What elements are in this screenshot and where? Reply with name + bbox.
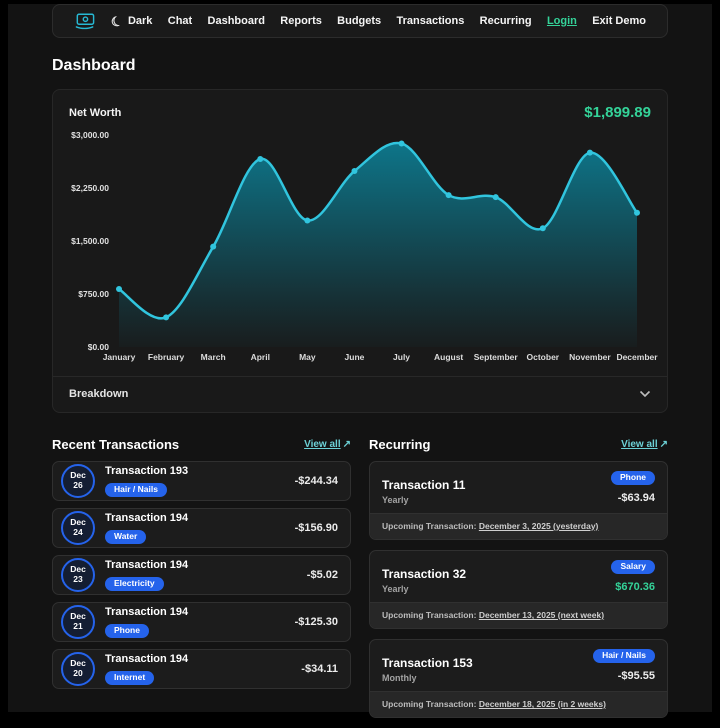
nav-link-budgets[interactable]: Budgets bbox=[337, 15, 381, 27]
x-tick-label: September bbox=[474, 352, 518, 362]
recurring-name: Transaction 153 bbox=[382, 656, 473, 670]
upcoming-transaction-note: Upcoming Transaction: December 3, 2025 (… bbox=[370, 513, 667, 539]
app-background: ☾ Dark Chat Dashboard Reports Budgets Tr… bbox=[8, 4, 712, 712]
recurring-frequency: Monthly bbox=[382, 673, 473, 683]
category-pill: Water bbox=[105, 530, 146, 544]
recurring-title: Recurring bbox=[369, 437, 430, 452]
external-arrow-icon: ↗ bbox=[660, 439, 668, 450]
nav-link-transactions[interactable]: Transactions bbox=[396, 15, 464, 27]
moon-icon: ☾ bbox=[110, 13, 125, 29]
recurring-amount: -$95.55 bbox=[618, 670, 655, 682]
transactions-view-all-link[interactable]: View all↗ bbox=[304, 439, 351, 450]
recurring-frequency: Yearly bbox=[382, 495, 465, 505]
transaction-date-badge: Dec 24 bbox=[61, 511, 95, 545]
category-pill: Salary bbox=[611, 560, 655, 574]
transaction-row[interactable]: Dec 24 Transaction 194 Water -$156.90 bbox=[52, 508, 351, 548]
transaction-name: Transaction 194 bbox=[105, 559, 188, 571]
recurring-card[interactable]: Transaction 153 Monthly Hair / Nails -$9… bbox=[369, 639, 668, 718]
upcoming-date-link[interactable]: December 13, 2025 (next week) bbox=[479, 610, 604, 620]
page-title: Dashboard bbox=[52, 57, 668, 75]
x-tick-label: November bbox=[569, 352, 611, 362]
transaction-amount: -$125.30 bbox=[295, 616, 338, 628]
recurring-name: Transaction 32 bbox=[382, 567, 466, 581]
transaction-amount: -$34.11 bbox=[301, 663, 338, 675]
chevron-down-icon bbox=[639, 390, 651, 398]
nav-link-recurring[interactable]: Recurring bbox=[480, 15, 532, 27]
theme-toggle[interactable]: ☾ Dark bbox=[111, 15, 152, 28]
category-pill: Internet bbox=[105, 671, 154, 685]
recurring-frequency: Yearly bbox=[382, 584, 466, 594]
theme-toggle-label: Dark bbox=[128, 15, 152, 27]
transaction-name: Transaction 194 bbox=[105, 653, 188, 665]
y-tick-label: $1,500.00 bbox=[71, 236, 109, 246]
breakdown-toggle[interactable]: Breakdown bbox=[53, 376, 667, 412]
transaction-row[interactable]: Dec 23 Transaction 194 Electricity -$5.0… bbox=[52, 555, 351, 595]
x-tick-label: October bbox=[527, 352, 560, 362]
net-worth-value: $1,899.89 bbox=[584, 104, 651, 121]
y-tick-label: $3,000.00 bbox=[71, 130, 109, 140]
upcoming-transaction-note: Upcoming Transaction: December 13, 2025 … bbox=[370, 602, 667, 628]
transaction-date-badge: Dec 20 bbox=[61, 652, 95, 686]
x-tick-label: February bbox=[148, 352, 184, 362]
nav-link-reports[interactable]: Reports bbox=[280, 15, 322, 27]
net-worth-title: Net Worth bbox=[69, 107, 121, 119]
net-worth-card: Net Worth $1,899.89 $0.00 $750.00 $1,500.0… bbox=[52, 89, 668, 413]
banknotes-logo-icon[interactable] bbox=[74, 12, 96, 31]
category-pill: Electricity bbox=[105, 577, 164, 591]
x-tick-label: August bbox=[434, 352, 463, 362]
y-tick-label: $0.00 bbox=[88, 342, 109, 352]
recurring-section: Recurring View all↗ Transaction 11 Yearl… bbox=[369, 437, 668, 728]
transaction-amount: -$5.02 bbox=[307, 569, 338, 581]
upcoming-date-link[interactable]: December 18, 2025 (in 2 weeks) bbox=[479, 699, 606, 709]
category-pill: Phone bbox=[611, 471, 655, 485]
transaction-amount: -$156.90 bbox=[295, 522, 338, 534]
transaction-row[interactable]: Dec 21 Transaction 194 Phone -$125.30 bbox=[52, 602, 351, 642]
y-tick-label: $2,250.00 bbox=[71, 183, 109, 193]
recurring-amount: $670.36 bbox=[615, 581, 655, 593]
upcoming-transaction-note: Upcoming Transaction: December 18, 2025 … bbox=[370, 691, 667, 717]
nav-link-login[interactable]: Login bbox=[547, 15, 577, 27]
nav-link-dashboard[interactable]: Dashboard bbox=[208, 15, 265, 27]
transaction-row[interactable]: Dec 20 Transaction 194 Internet -$34.11 bbox=[52, 649, 351, 689]
x-tick-label: December bbox=[616, 352, 657, 362]
transaction-name: Transaction 194 bbox=[105, 606, 188, 618]
recurring-name: Transaction 11 bbox=[382, 478, 465, 492]
chart-y-axis-labels: $0.00 $750.00 $1,500.00 $2,250.00 $3,000.00 bbox=[69, 131, 113, 351]
category-pill: Phone bbox=[105, 624, 149, 638]
recurring-card[interactable]: Transaction 32 Yearly Salary $670.36 Upc… bbox=[369, 550, 668, 629]
category-pill: Hair / Nails bbox=[105, 483, 167, 497]
chart-x-axis-labels: JanuaryFebruaryMarchAprilMayJuneJulyAugu… bbox=[113, 352, 653, 366]
x-tick-label: June bbox=[345, 352, 365, 362]
x-tick-label: January bbox=[103, 352, 136, 362]
transaction-name: Transaction 193 bbox=[105, 465, 188, 477]
recent-transactions-section: Recent Transactions View all↗ Dec 26 Tra… bbox=[52, 437, 351, 728]
transaction-name: Transaction 194 bbox=[105, 512, 188, 524]
chart-plot-area[interactable] bbox=[113, 131, 653, 351]
transaction-date-badge: Dec 26 bbox=[61, 464, 95, 498]
top-navbar: ☾ Dark Chat Dashboard Reports Budgets Tr… bbox=[52, 4, 668, 38]
x-tick-label: May bbox=[299, 352, 316, 362]
recurring-amount: -$63.94 bbox=[618, 492, 655, 504]
upcoming-date-link[interactable]: December 3, 2025 (yesterday) bbox=[479, 521, 599, 531]
y-tick-label: $750.00 bbox=[78, 289, 109, 299]
x-tick-label: April bbox=[251, 352, 270, 362]
net-worth-chart[interactable]: $0.00$750.00$1,500.00$2,250.00$3,000.00 … bbox=[53, 121, 667, 366]
transaction-amount: -$244.34 bbox=[295, 475, 338, 487]
breakdown-label: Breakdown bbox=[69, 388, 128, 400]
x-tick-label: March bbox=[201, 352, 226, 362]
transaction-row[interactable]: Dec 26 Transaction 193 Hair / Nails -$24… bbox=[52, 461, 351, 501]
x-tick-label: July bbox=[393, 352, 410, 362]
recurring-view-all-link[interactable]: View all↗ bbox=[621, 439, 668, 450]
recurring-card[interactable]: Transaction 11 Yearly Phone -$63.94 Upco… bbox=[369, 461, 668, 540]
transaction-date-badge: Dec 21 bbox=[61, 605, 95, 639]
external-arrow-icon: ↗ bbox=[343, 439, 351, 450]
nav-link-exit-demo[interactable]: Exit Demo bbox=[592, 15, 646, 27]
transaction-date-badge: Dec 23 bbox=[61, 558, 95, 592]
nav-link-chat[interactable]: Chat bbox=[168, 15, 192, 27]
category-pill: Hair / Nails bbox=[593, 649, 655, 663]
recent-transactions-title: Recent Transactions bbox=[52, 437, 179, 452]
